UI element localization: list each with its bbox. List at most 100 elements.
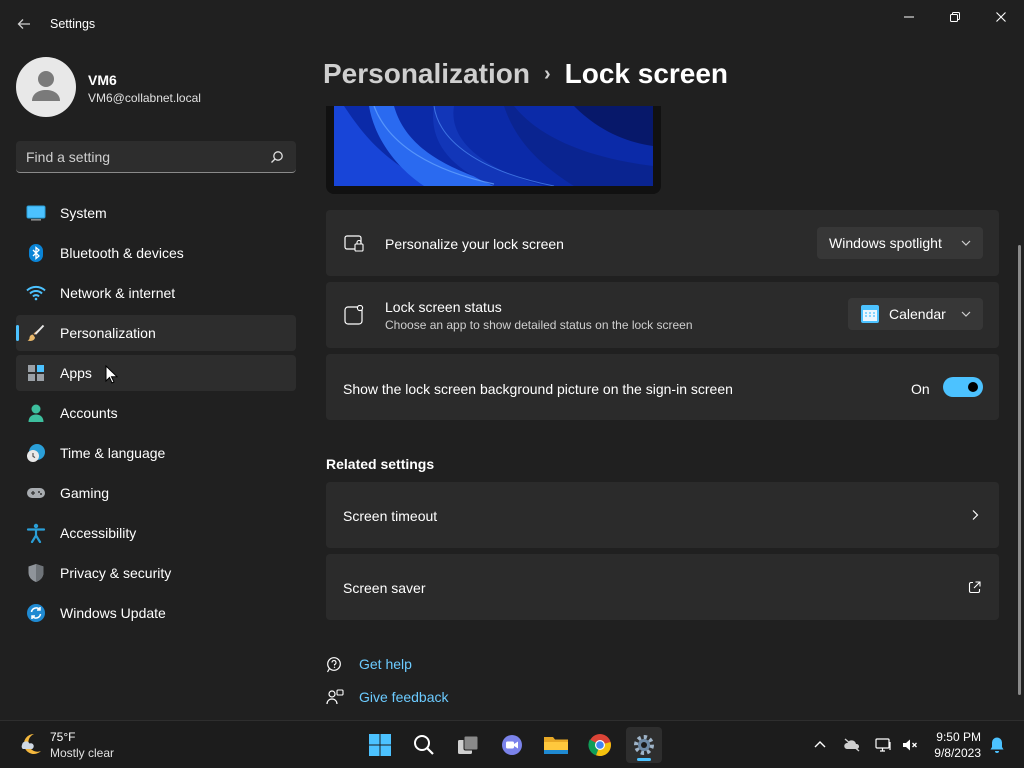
- active-app-indicator: [637, 758, 651, 761]
- sidebar-item-apps[interactable]: Apps: [16, 355, 296, 391]
- main-scrollbar[interactable]: [1018, 245, 1021, 695]
- sidebar-item-label: Windows Update: [60, 605, 166, 621]
- sidebar-item-label: Time & language: [60, 445, 166, 461]
- feedback-person-icon: [326, 689, 344, 705]
- sidebar-item-system[interactable]: System: [16, 195, 296, 231]
- chevron-down-icon: [961, 240, 971, 246]
- restore-button[interactable]: [932, 4, 978, 30]
- network-icon[interactable]: [875, 736, 893, 754]
- sidebar-item-label: Network & internet: [60, 285, 176, 301]
- sidebar-item-bluetooth[interactable]: Bluetooth & devices: [16, 235, 296, 271]
- screen-saver-label: Screen saver: [343, 580, 426, 596]
- accessibility-icon: [26, 523, 46, 543]
- breadcrumb: Personalization › Lock screen: [323, 58, 728, 90]
- breadcrumb-parent-link[interactable]: Personalization: [323, 58, 530, 89]
- windows-logo-icon: [369, 734, 391, 756]
- get-help-label: Get help: [359, 656, 412, 672]
- sidebar-item-personalization[interactable]: Personalization: [16, 315, 296, 351]
- signin-background-toggle[interactable]: [943, 377, 983, 397]
- lock-screen-status-dropdown[interactable]: Calendar: [848, 298, 983, 330]
- lock-screen-preview: [326, 106, 661, 194]
- sidebar-item-label: Personalization: [60, 325, 156, 341]
- taskbar: 75°F Mostly clear 9:50 PM 9/8/2023: [0, 720, 1024, 768]
- wifi-icon: [26, 285, 46, 301]
- chrome-button[interactable]: [582, 727, 618, 763]
- sidebar-item-network[interactable]: Network & internet: [16, 275, 296, 311]
- person-silhouette-icon: [32, 71, 60, 101]
- task-view-icon: [458, 735, 479, 754]
- personalize-lock-screen-dropdown[interactable]: Windows spotlight: [817, 227, 983, 259]
- lock-screen-picture-icon: [344, 235, 364, 252]
- give-feedback-label: Give feedback: [359, 689, 449, 705]
- chevron-down-icon: [961, 311, 971, 317]
- sidebar-item-gaming[interactable]: Gaming: [16, 475, 296, 511]
- close-icon: [996, 12, 1006, 22]
- related-settings-heading: Related settings: [326, 456, 435, 472]
- bluetooth-icon: [29, 244, 43, 262]
- help-chat-icon: [326, 657, 341, 673]
- clock-date[interactable]: 9/8/2023: [934, 746, 981, 760]
- personalize-lock-screen-title: Personalize your lock screen: [385, 236, 564, 252]
- screen-timeout-link[interactable]: Screen timeout: [326, 482, 999, 548]
- status-tile-icon: [344, 305, 364, 325]
- back-button[interactable]: [12, 12, 36, 36]
- start-button[interactable]: [362, 727, 398, 763]
- sidebar-item-windows-update[interactable]: Windows Update: [16, 595, 296, 631]
- personalize-lock-screen-card: Personalize your lock screen Windows spo…: [326, 210, 999, 276]
- lock-screen-status-subtitle: Choose an app to show detailed status on…: [385, 318, 693, 332]
- title-bar: Settings: [0, 0, 1024, 48]
- system-icon: [26, 205, 46, 221]
- calendar-icon: [861, 305, 879, 323]
- taskbar-search-button[interactable]: [406, 727, 442, 763]
- close-button[interactable]: [978, 4, 1024, 30]
- file-explorer-button[interactable]: [538, 727, 574, 763]
- breadcrumb-separator: ›: [543, 63, 551, 85]
- apps-icon: [28, 365, 44, 381]
- toggle-knob: [968, 382, 978, 392]
- search-icon: [414, 735, 434, 755]
- screen-saver-link[interactable]: Screen saver: [326, 554, 999, 620]
- sidebar-item-accounts[interactable]: Accounts: [16, 395, 296, 431]
- task-view-button[interactable]: [450, 727, 486, 763]
- sidebar-nav: System Bluetooth & devices Network & int…: [16, 195, 296, 635]
- search-input[interactable]: [26, 141, 266, 172]
- user-email: VM6@collabnet.local: [88, 91, 201, 105]
- onedrive-off-icon[interactable]: [843, 736, 861, 754]
- sidebar-item-label: Bluetooth & devices: [60, 245, 184, 261]
- sidebar-item-label: Privacy & security: [60, 565, 172, 581]
- sidebar-item-label: System: [60, 205, 107, 221]
- dropdown-value: Windows spotlight: [829, 235, 942, 251]
- gear-icon: [634, 735, 654, 755]
- search-icon[interactable]: [270, 150, 284, 164]
- sidebar-item-time-language[interactable]: Time & language: [16, 435, 296, 471]
- external-link-icon: [968, 581, 981, 594]
- teams-chat-button[interactable]: [494, 727, 530, 763]
- back-arrow-icon: [17, 19, 30, 29]
- sidebar-item-label: Accounts: [60, 405, 118, 421]
- weather-description: Mostly clear: [50, 746, 115, 760]
- signin-background-card: Show the lock screen background picture …: [326, 354, 999, 420]
- settings-app-button[interactable]: [626, 727, 662, 763]
- sidebar-item-privacy-security[interactable]: Privacy & security: [16, 555, 296, 591]
- clock-time[interactable]: 9:50 PM: [936, 730, 981, 744]
- chevron-up-icon[interactable]: [811, 736, 829, 754]
- lock-screen-preview-image: [334, 106, 653, 186]
- signin-background-title: Show the lock screen background picture …: [343, 381, 733, 397]
- weather-moon-cloud-icon[interactable]: [18, 731, 44, 757]
- lock-screen-status-title: Lock screen status: [385, 299, 502, 315]
- weather-temperature: 75°F: [50, 730, 76, 744]
- chevron-right-icon: [972, 510, 979, 520]
- volume-muted-icon[interactable]: [901, 736, 919, 754]
- minimize-button[interactable]: [886, 4, 932, 30]
- video-chat-icon: [502, 735, 522, 755]
- shield-icon: [28, 564, 44, 582]
- restore-icon: [950, 12, 960, 22]
- screen-timeout-label: Screen timeout: [343, 508, 438, 524]
- sidebar-item-accessibility[interactable]: Accessibility: [16, 515, 296, 551]
- notification-bell-icon[interactable]: [988, 736, 1006, 754]
- folder-icon: [544, 737, 568, 754]
- avatar[interactable]: [16, 57, 76, 117]
- search-box[interactable]: [16, 141, 296, 173]
- paintbrush-icon: [27, 324, 45, 341]
- page-title: Lock screen: [564, 58, 729, 89]
